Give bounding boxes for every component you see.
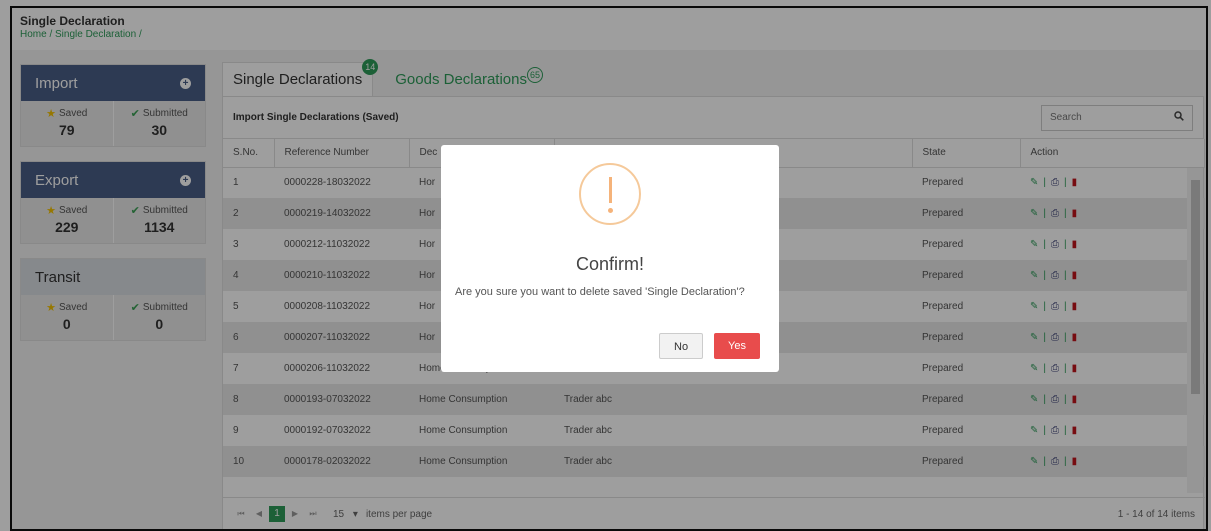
confirm-dialog: Confirm! Are you sure you want to delete… bbox=[441, 145, 779, 372]
dialog-title: Confirm! bbox=[575, 254, 644, 274]
yes-button[interactable]: Yes bbox=[714, 333, 760, 359]
warning-icon bbox=[579, 163, 641, 225]
dialog-message: Are you sure you want to delete saved 'S… bbox=[455, 286, 745, 298]
no-button[interactable]: No bbox=[659, 333, 704, 359]
